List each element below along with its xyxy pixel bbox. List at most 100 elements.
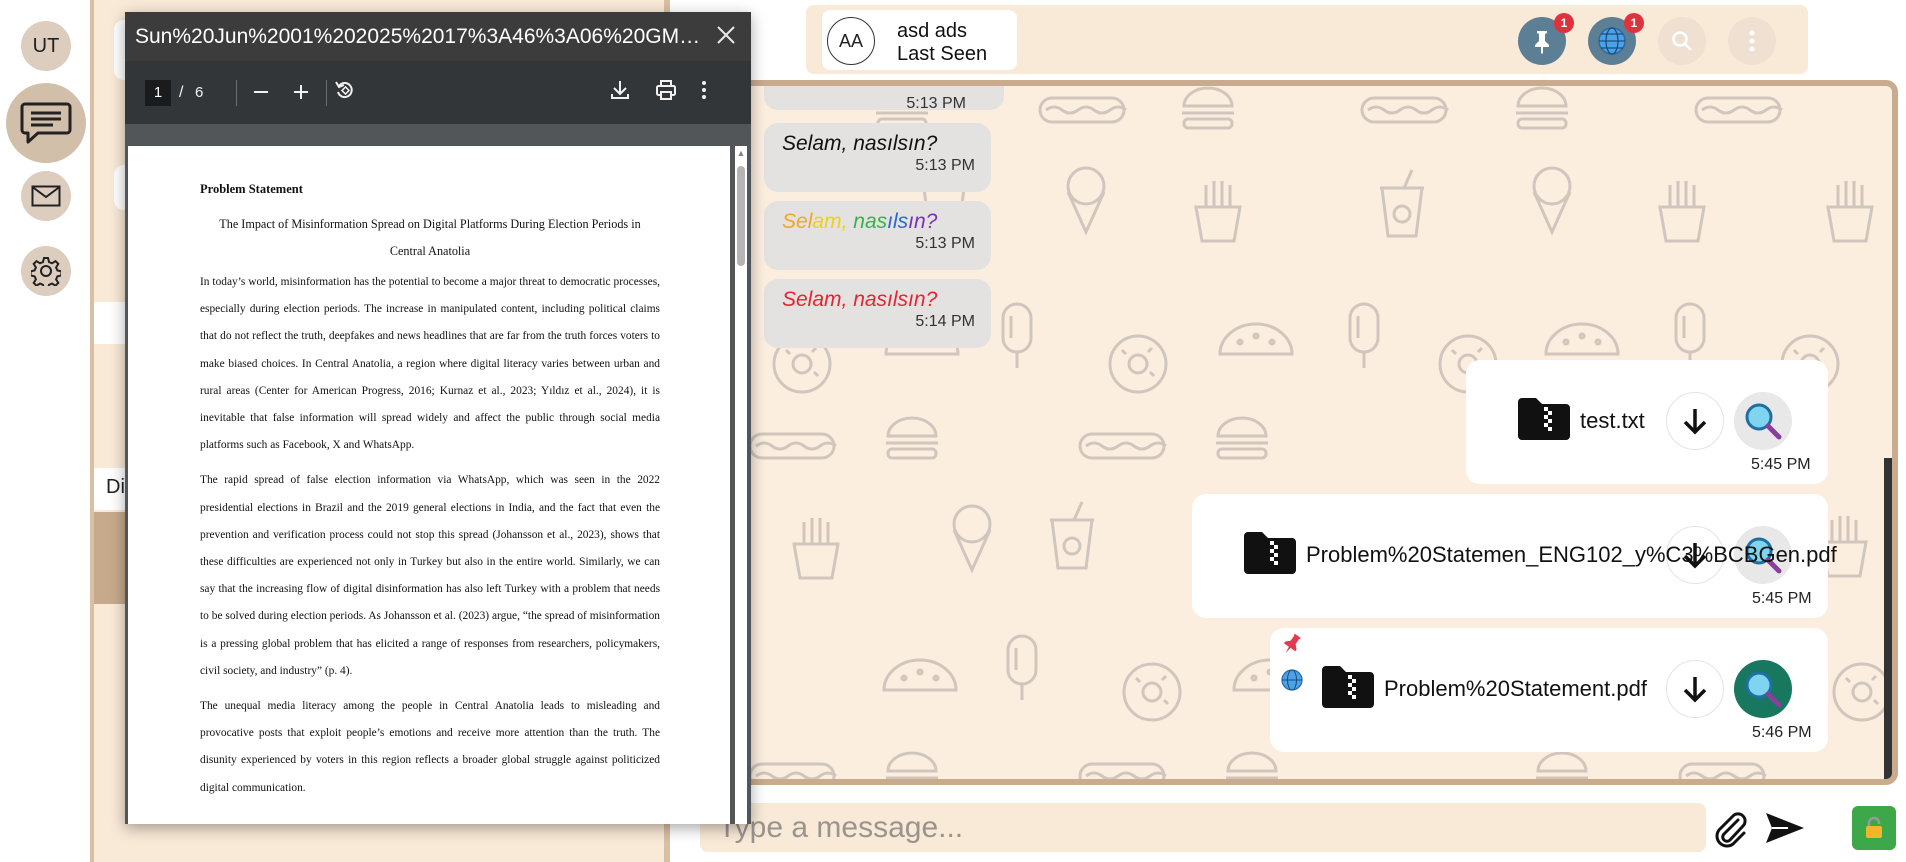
scrollbar[interactable] — [1884, 458, 1892, 779]
pdf-document-area[interactable]: Problem Statement The Impact of Misinfor… — [125, 124, 751, 824]
message-time: 5:13 PM — [915, 235, 975, 252]
rainbow-letter: a — [812, 210, 825, 233]
preview-button[interactable] — [1734, 392, 1792, 450]
file-icon — [1244, 532, 1296, 574]
translated-marker-icon — [1280, 668, 1304, 698]
settings-nav-button[interactable] — [21, 246, 71, 296]
message-text: Selam, nasılsın? — [782, 132, 938, 155]
chat-header: AA asd ads Last Seen 1 1 — [806, 5, 1808, 74]
print-button[interactable] — [656, 79, 676, 106]
message-time: 5:45 PM — [1752, 590, 1812, 607]
rainbow-letter: s — [876, 210, 888, 233]
chat-menu-button[interactable] — [1728, 17, 1776, 65]
globe-icon — [1598, 27, 1626, 55]
nav-rail: UT — [0, 0, 92, 862]
chats-nav-button[interactable] — [6, 83, 86, 163]
toolbar-divider — [236, 79, 237, 106]
pin-icon — [1535, 31, 1549, 54]
pdf-toolbar: 1 / 6 — [125, 61, 751, 124]
toolbar-divider — [326, 79, 327, 106]
document-paragraph: In today’s world, misinformation has the… — [200, 276, 660, 452]
magnifier-icon — [1745, 403, 1782, 440]
arrow-down-icon — [1683, 409, 1707, 435]
more-vert-icon — [1749, 30, 1755, 52]
lock-icon — [1866, 816, 1882, 838]
message-text-rainbow: Selam, nasılsın? — [782, 210, 975, 234]
rainbow-letter: ? — [925, 210, 938, 233]
download-button[interactable] — [1666, 660, 1724, 718]
pinned-messages-button[interactable]: 1 — [1518, 13, 1574, 65]
close-icon — [717, 25, 735, 44]
page-total: 6 — [195, 84, 204, 101]
file-name: Problem%20Statemen_ENG102_y%C3%BCBGen.pd… — [1306, 542, 1837, 567]
contact-card[interactable]: AA asd ads Last Seen — [822, 10, 1017, 70]
close-pdf-button[interactable] — [711, 23, 741, 51]
zoom-in-button[interactable] — [293, 80, 309, 106]
incoming-message[interactable]: Selam, nasılsın? 5:13 PM — [764, 201, 991, 270]
page-separator: / — [179, 83, 184, 101]
file-icon — [1322, 666, 1374, 708]
preview-button-active[interactable] — [1734, 660, 1792, 718]
pdf-scrollbar[interactable]: ▲ ▼ — [735, 146, 747, 824]
outgoing-file-message[interactable]: Problem%20Statement.pdf 5:46 PM — [1270, 628, 1828, 752]
message-input[interactable] — [700, 803, 1706, 852]
attach-button[interactable] — [1708, 806, 1752, 850]
user-avatar[interactable]: UT — [21, 21, 71, 71]
file-icon — [1518, 398, 1570, 440]
arrow-down-icon — [1683, 677, 1707, 703]
outgoing-file-message[interactable]: Problem%20Statemen_ENG102_y%C3%BCBGen.pd… — [1192, 494, 1837, 618]
message-composer — [700, 803, 1706, 852]
pinned-marker-icon — [1280, 632, 1304, 662]
mail-nav-button[interactable] — [21, 171, 71, 221]
message-time: 5:45 PM — [1751, 456, 1811, 473]
send-icon — [1766, 813, 1804, 843]
print-icon — [656, 79, 676, 100]
zoom-out-icon — [254, 90, 268, 93]
translate-count-badge: 1 — [1624, 13, 1644, 33]
gear-icon — [31, 257, 61, 286]
message-time: 5:13 PM — [915, 157, 975, 174]
list-row-label: Di — [106, 476, 125, 498]
zoom-out-button[interactable] — [253, 80, 269, 106]
rainbow-letter: e — [796, 210, 808, 233]
paperclip-icon — [1715, 812, 1747, 848]
chat-panel: AA asd ads Last Seen 1 1 5:13 PM Selam, … — [676, 0, 1906, 862]
encryption-lock-button[interactable] — [1852, 806, 1896, 850]
send-button[interactable] — [1761, 806, 1809, 850]
download-icon — [611, 80, 629, 99]
rainbow-letter: a — [864, 210, 877, 233]
document-subtitle: The Impact of Misinformation Spread on D… — [219, 217, 641, 258]
outgoing-file-message[interactable]: test.txt 5:45 PM — [1466, 360, 1828, 484]
rainbow-letter: n — [913, 210, 926, 233]
rotate-button[interactable] — [335, 80, 355, 106]
file-name: test.txt — [1580, 408, 1645, 433]
rainbow-letter: s — [897, 210, 909, 233]
magnifier-icon — [1745, 671, 1782, 708]
search-icon — [1672, 31, 1692, 51]
search-messages-button[interactable] — [1658, 17, 1706, 65]
pdf-viewer-popup: Sun%20Jun%2001%202025%2017%3A46%3A06%20G… — [125, 12, 751, 824]
pdf-title: Sun%20Jun%2001%202025%2017%3A46%3A06%20G… — [135, 24, 705, 48]
rainbow-letter: S — [782, 210, 797, 233]
message-time: 5:14 PM — [915, 313, 975, 330]
document-paragraph: The unequal media literacy among the peo… — [200, 700, 660, 794]
pdf-scroll-thumb[interactable] — [737, 166, 745, 266]
message-time: 5:46 PM — [1752, 724, 1812, 741]
pdf-titlebar: Sun%20Jun%2001%202025%2017%3A46%3A06%20G… — [125, 12, 751, 61]
document-paragraph: The rapid spread of false election infor… — [200, 474, 660, 677]
scroll-up-arrow[interactable]: ▲ — [735, 148, 747, 158]
download-pdf-button[interactable] — [611, 80, 629, 106]
file-name: Problem%20Statement.pdf — [1384, 676, 1647, 701]
contact-name: asd ads — [897, 20, 968, 42]
translate-button[interactable]: 1 — [1588, 13, 1644, 65]
incoming-message[interactable]: Selam, nasılsın? 5:13 PM — [764, 123, 991, 192]
page-number-input[interactable]: 1 — [145, 79, 171, 106]
zoom-in-icon — [294, 84, 308, 99]
download-button[interactable] — [1666, 392, 1724, 450]
more-vert-icon — [702, 80, 706, 99]
pdf-more-button[interactable] — [701, 80, 707, 106]
incoming-message[interactable]: Selam, nasılsın? 5:14 PM — [764, 279, 991, 348]
incoming-message[interactable]: 5:13 PM — [764, 86, 1004, 112]
pdf-page: Problem Statement The Impact of Misinfor… — [128, 146, 730, 824]
contact-avatar: AA — [827, 17, 875, 65]
